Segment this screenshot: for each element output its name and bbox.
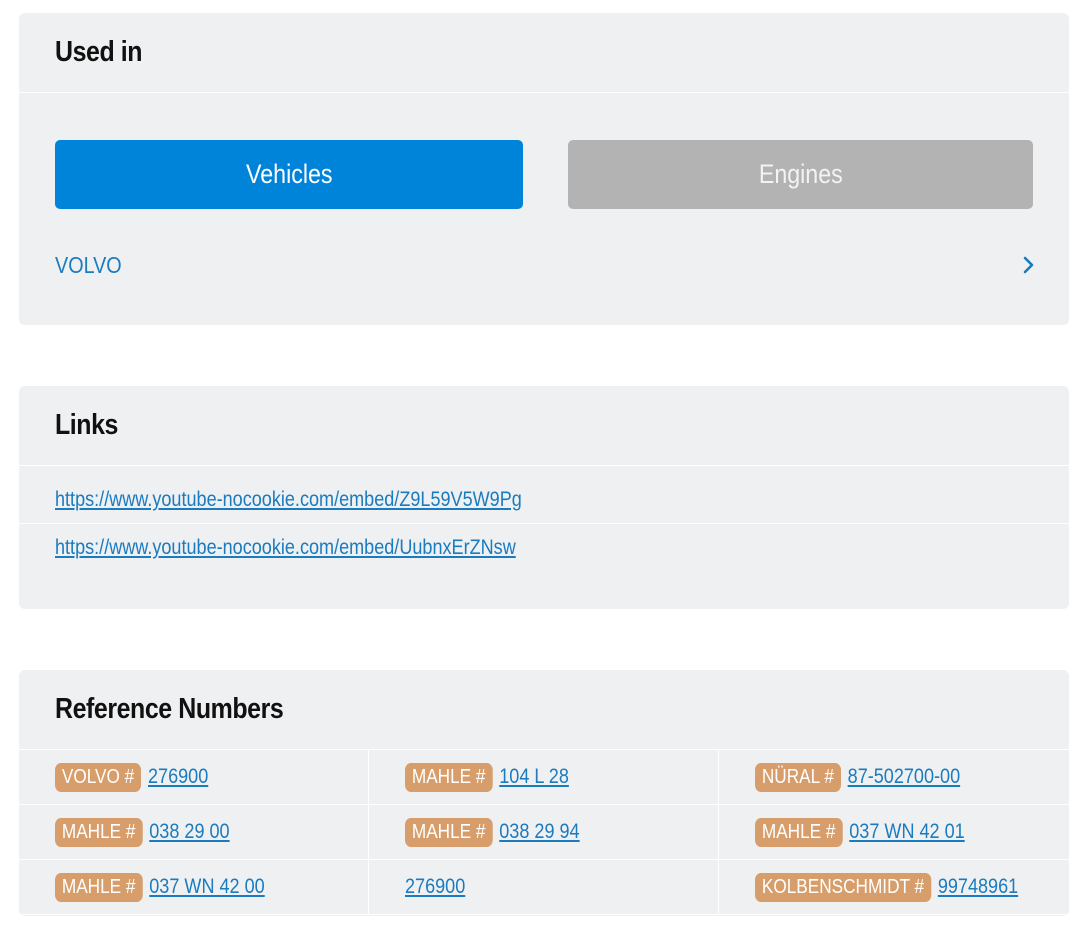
reference-number-link[interactable]: 99748961: [938, 875, 1018, 899]
reference-number-link[interactable]: 037 WN 42 00: [149, 875, 264, 899]
used-in-tabs: Vehicles Engines: [55, 140, 1033, 209]
reference-number-link[interactable]: 104 L 28: [499, 765, 569, 789]
make-row-volvo[interactable]: VOLVO: [55, 245, 1039, 285]
tab-engines[interactable]: Engines: [568, 140, 1033, 209]
reference-number-link[interactable]: 276900: [148, 765, 208, 789]
reference-cell: 276900: [369, 860, 719, 915]
reference-numbers-title: Reference Numbers: [55, 693, 284, 725]
reference-cell: MAHLE # 038 29 00: [19, 805, 369, 860]
reference-number-link[interactable]: 037 WN 42 01: [849, 820, 964, 844]
brand-badge: VOLVO #: [55, 762, 142, 792]
reference-cell: MAHLE # 104 L 28: [369, 750, 719, 805]
brand-badge: MAHLE #: [405, 817, 493, 847]
brand-badge: KOLBENSCHMIDT #: [755, 872, 931, 902]
brand-badge: NÜRAL #: [755, 762, 841, 792]
links-card: Links https://www.youtube-nocookie.com/e…: [19, 386, 1069, 609]
tab-engines-label: Engines: [758, 159, 843, 189]
reference-number-link[interactable]: 87-502700-00: [848, 765, 960, 789]
links-title: Links: [55, 409, 118, 441]
reference-numbers-grid: VOLVO # 276900 MAHLE # 104 L 28 NÜRAL # …: [19, 750, 1069, 915]
reference-cell: MAHLE # 037 WN 42 01: [719, 805, 1069, 860]
reference-number-link[interactable]: 038 29 94: [499, 820, 579, 844]
reference-numbers-header: Reference Numbers: [19, 670, 1069, 750]
video-link[interactable]: https://www.youtube-nocookie.com/embed/Z…: [55, 488, 522, 512]
tab-vehicles[interactable]: Vehicles: [55, 140, 523, 209]
reference-cell: KOLBENSCHMIDT # 99748961: [719, 860, 1069, 915]
brand-badge: MAHLE #: [55, 872, 143, 902]
reference-cell: MAHLE # 037 WN 42 00: [19, 860, 369, 915]
reference-cell: NÜRAL # 87-502700-00: [719, 750, 1069, 805]
reference-numbers-card: Reference Numbers VOLVO # 276900 MAHLE #…: [19, 670, 1069, 916]
links-list: https://www.youtube-nocookie.com/embed/Z…: [19, 466, 1069, 572]
brand-badge: MAHLE #: [55, 817, 143, 847]
link-row: https://www.youtube-nocookie.com/embed/U…: [19, 524, 1069, 572]
used-in-header: Used in: [19, 13, 1069, 93]
video-link[interactable]: https://www.youtube-nocookie.com/embed/U…: [55, 536, 516, 560]
reference-cell: MAHLE # 038 29 94: [369, 805, 719, 860]
brand-badge: MAHLE #: [755, 817, 843, 847]
chevron-right-icon: [1023, 256, 1034, 274]
reference-number-link[interactable]: 038 29 00: [149, 820, 229, 844]
make-label: VOLVO: [55, 251, 122, 278]
reference-number-link[interactable]: 276900: [405, 875, 465, 899]
used-in-title: Used in: [55, 36, 143, 68]
tab-vehicles-label: Vehicles: [245, 159, 333, 189]
link-row: https://www.youtube-nocookie.com/embed/Z…: [19, 476, 1069, 524]
brand-badge: MAHLE #: [405, 762, 493, 792]
used-in-card: Used in Vehicles Engines VOLVO: [19, 13, 1069, 325]
reference-cell: VOLVO # 276900: [19, 750, 369, 805]
links-header: Links: [19, 386, 1069, 466]
